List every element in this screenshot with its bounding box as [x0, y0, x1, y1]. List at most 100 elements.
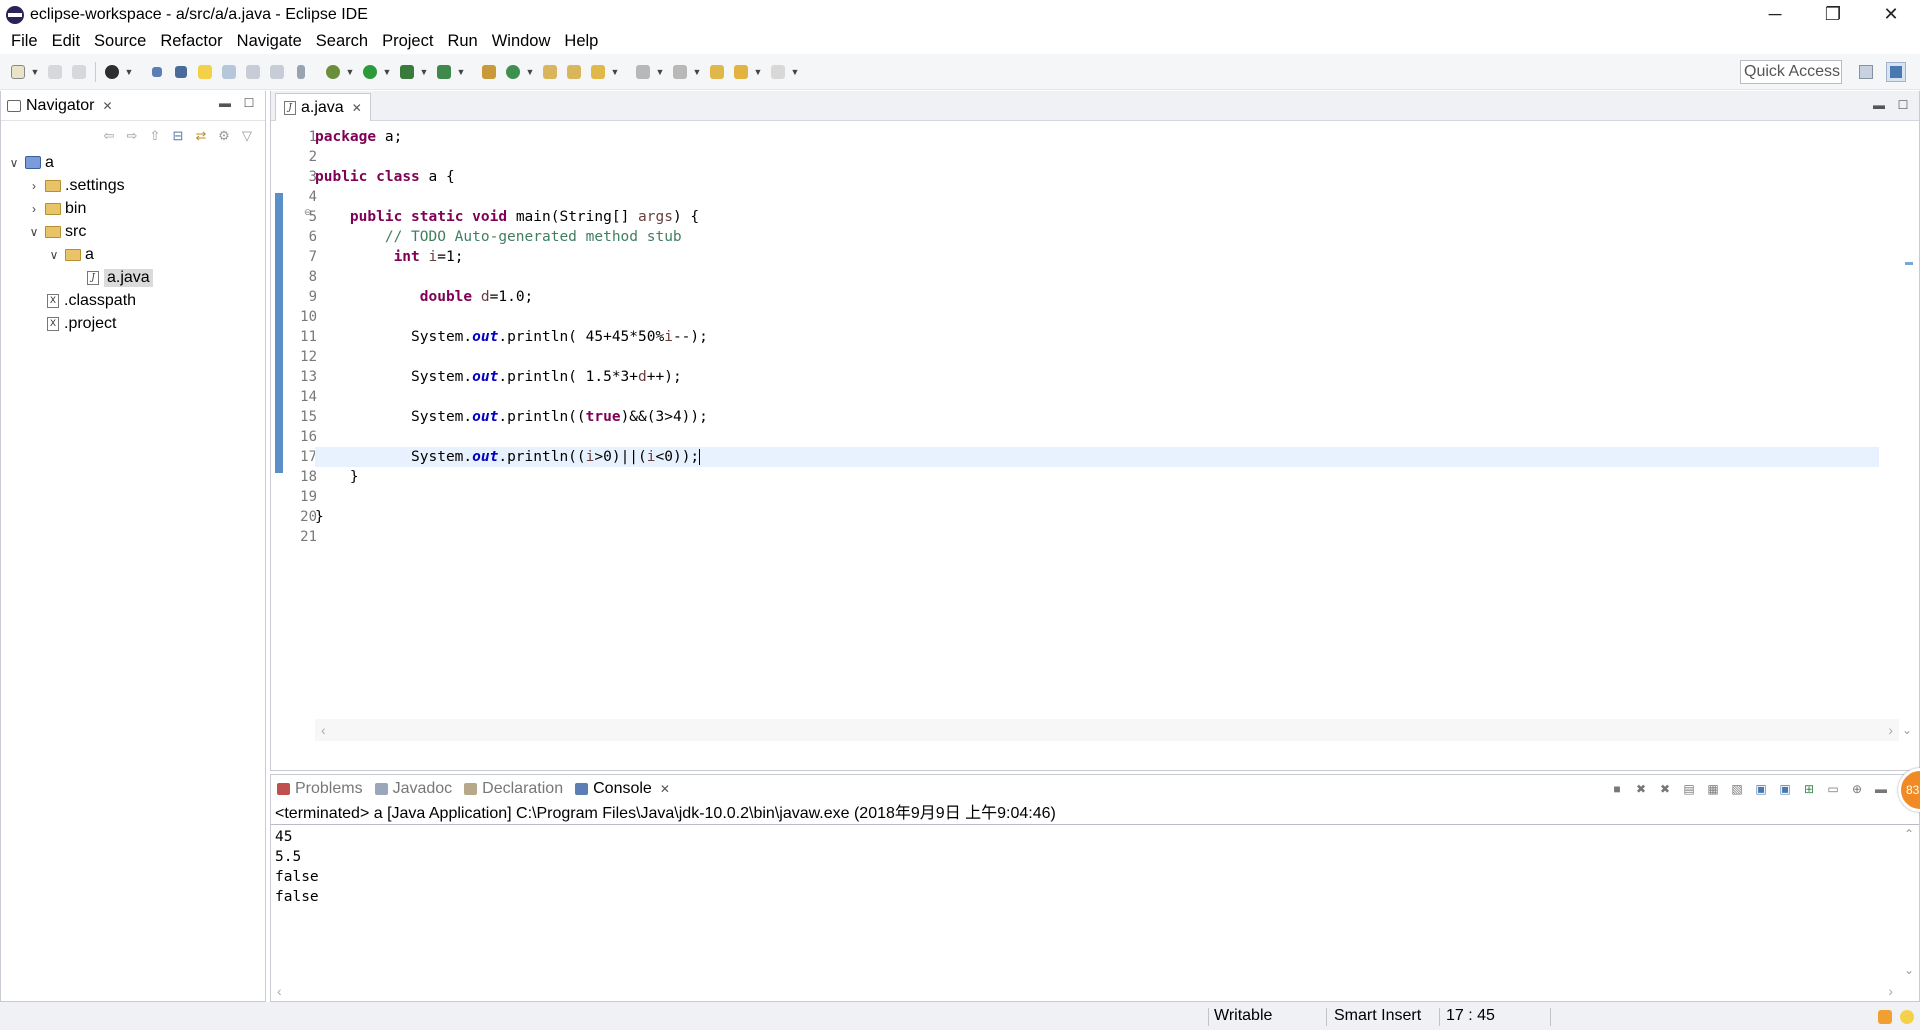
menu-run[interactable]: Run	[440, 29, 484, 54]
show-on-error-icon[interactable]: ▣	[1777, 781, 1793, 797]
next-annotation-icon[interactable]	[171, 62, 191, 82]
collapsed-chevron-icon[interactable]: ›	[27, 179, 41, 193]
open-type-dropdown-icon[interactable]: ▼	[124, 62, 134, 82]
close-button[interactable]: ✕	[1862, 0, 1920, 29]
pin-console-icon[interactable]: ⊞	[1801, 781, 1817, 797]
word-wrap-icon[interactable]: ▧	[1729, 781, 1745, 797]
maximize-editor-icon[interactable]: ☐	[1895, 97, 1911, 113]
code-line[interactable]: }	[315, 467, 1879, 487]
scroll-down-icon[interactable]: ⌄	[1901, 963, 1917, 977]
external-tools-dropdown-icon[interactable]: ▼	[456, 62, 466, 82]
tree-item[interactable]: X .classpath	[1, 289, 265, 312]
quick-access-input[interactable]: Quick Access	[1740, 60, 1842, 84]
prev-edit-icon[interactable]	[670, 62, 690, 82]
rss-feed-icon[interactable]	[1878, 1010, 1892, 1024]
clear-console-icon[interactable]: ▤	[1681, 781, 1697, 797]
tab-declaration[interactable]: Declaration	[458, 775, 569, 803]
code-line[interactable]	[315, 347, 1879, 367]
menu-window[interactable]: Window	[485, 29, 558, 54]
back-icon[interactable]	[731, 62, 751, 82]
coverage-icon[interactable]	[397, 62, 417, 82]
editor-tab-a-java[interactable]: J a.java ✕	[275, 93, 371, 121]
menu-navigate[interactable]: Navigate	[230, 29, 309, 54]
new-java-package-icon[interactable]	[479, 62, 499, 82]
code-editor[interactable]: 1 2 3 4 5 6 7 8 9 10 11 12 13 14 15 16 17 18 19 20 21 ⊖ pack…	[271, 121, 1919, 741]
up-icon[interactable]: ⇧	[147, 128, 163, 144]
tree-item[interactable]: Ja.java	[1, 266, 265, 289]
minimize-view-icon[interactable]: ▬	[217, 95, 233, 111]
expanded-chevron-icon[interactable]: ∨	[47, 248, 61, 262]
collapse-all-icon[interactable]: ⊟	[170, 128, 186, 144]
code-line[interactable]: package a;	[315, 127, 1879, 147]
debug-icon[interactable]	[323, 62, 343, 82]
code-line[interactable]	[315, 387, 1879, 407]
display-console-icon[interactable]: ▭	[1825, 781, 1841, 797]
minimize-editor-icon[interactable]: ▬	[1871, 97, 1887, 113]
new-class-dropdown-icon[interactable]: ▼	[525, 62, 535, 82]
forward-arrow-icon[interactable]: ⇨	[124, 128, 140, 144]
restore-button[interactable]: ❐	[1804, 0, 1862, 29]
new-icon[interactable]	[8, 62, 28, 82]
expanded-chevron-icon[interactable]: ∨	[27, 225, 41, 239]
tab-console[interactable]: Console ✕	[569, 775, 676, 803]
menu-refactor[interactable]: Refactor	[153, 29, 229, 54]
java-perspective-icon[interactable]	[1886, 62, 1906, 82]
tab-problems[interactable]: Problems	[271, 775, 369, 803]
code-line[interactable]	[315, 427, 1879, 447]
scroll-lock-icon[interactable]: ▦	[1705, 781, 1721, 797]
scroll-down-icon[interactable]: ⌄	[1899, 723, 1915, 737]
minimize-button[interactable]: ─	[1746, 0, 1804, 29]
open-task-icon[interactable]	[564, 62, 584, 82]
prev-edit-dropdown-icon[interactable]: ▼	[692, 62, 702, 82]
link-with-editor-icon[interactable]: ⇄	[193, 128, 209, 144]
tab-javadoc[interactable]: Javadoc	[369, 775, 459, 803]
menu-project[interactable]: Project	[375, 29, 440, 54]
view-menu-icon[interactable]: ▽	[239, 128, 255, 144]
tree-item[interactable]: › .settings	[1, 174, 265, 197]
close-icon[interactable]: ✕	[102, 99, 112, 113]
remove-launch-icon[interactable]: ✖	[1633, 781, 1649, 797]
pilcrow-icon[interactable]	[291, 62, 311, 82]
code-line[interactable]: public class a {	[315, 167, 1879, 187]
tree-item[interactable]: ∨ src	[1, 220, 265, 243]
code-line[interactable]: System.out.println( 45+45*50%i--);	[315, 327, 1879, 347]
run-icon[interactable]	[360, 62, 380, 82]
code-line[interactable]: System.out.println( 1.5*3+d++);	[315, 367, 1879, 387]
remove-all-launches-icon[interactable]: ✖	[1657, 781, 1673, 797]
mark-occurrences-icon[interactable]	[195, 62, 215, 82]
menu-search[interactable]: Search	[309, 29, 375, 54]
code-line[interactable]: System.out.println((true)&&(3>4));	[315, 407, 1879, 427]
collapsed-chevron-icon[interactable]: ›	[27, 202, 41, 216]
editor-vertical-scrollbar[interactable]: ⌄	[1899, 121, 1915, 741]
tree-item[interactable]: › bin	[1, 197, 265, 220]
console-horizontal-scrollbar[interactable]: ‹ ›	[271, 981, 1899, 1001]
console-output[interactable]: 45 5.5 false false	[271, 825, 1919, 907]
status-insert-mode[interactable]: Smart Insert	[1334, 1007, 1421, 1025]
new-java-class-icon[interactable]	[503, 62, 523, 82]
last-edit-location-icon[interactable]	[707, 62, 727, 82]
run-dropdown-icon[interactable]: ▼	[382, 62, 392, 82]
open-console-icon[interactable]: ⊕	[1849, 781, 1865, 797]
code-line[interactable]: // TODO Auto-generated method stub	[315, 227, 1879, 247]
scroll-left-icon[interactable]: ‹	[321, 722, 326, 738]
maximize-view-icon[interactable]: ☐	[241, 95, 257, 111]
coverage-dropdown-icon[interactable]: ▼	[419, 62, 429, 82]
close-icon[interactable]: ✕	[352, 101, 362, 115]
next-edit-dropdown-icon[interactable]: ▼	[655, 62, 665, 82]
open-type-icon[interactable]	[102, 62, 122, 82]
save-all-icon[interactable]	[69, 62, 89, 82]
tree-item[interactable]: ∨ a	[1, 243, 265, 266]
code-text[interactable]: package a; public class a { public static…	[315, 127, 1879, 547]
code-line[interactable]	[315, 187, 1879, 207]
search-dropdown-icon[interactable]: ▼	[610, 62, 620, 82]
external-tools-icon[interactable]	[434, 62, 454, 82]
show-on-output-icon[interactable]: ▣	[1753, 781, 1769, 797]
code-line[interactable]	[315, 147, 1879, 167]
close-icon[interactable]: ✕	[660, 782, 670, 796]
code-line[interactable]	[315, 487, 1879, 507]
forward-icon[interactable]	[768, 62, 788, 82]
menu-edit[interactable]: Edit	[45, 29, 87, 54]
code-line[interactable]: double d=1.0;	[315, 287, 1879, 307]
menu-file[interactable]: File	[4, 29, 45, 54]
search-icon[interactable]	[588, 62, 608, 82]
